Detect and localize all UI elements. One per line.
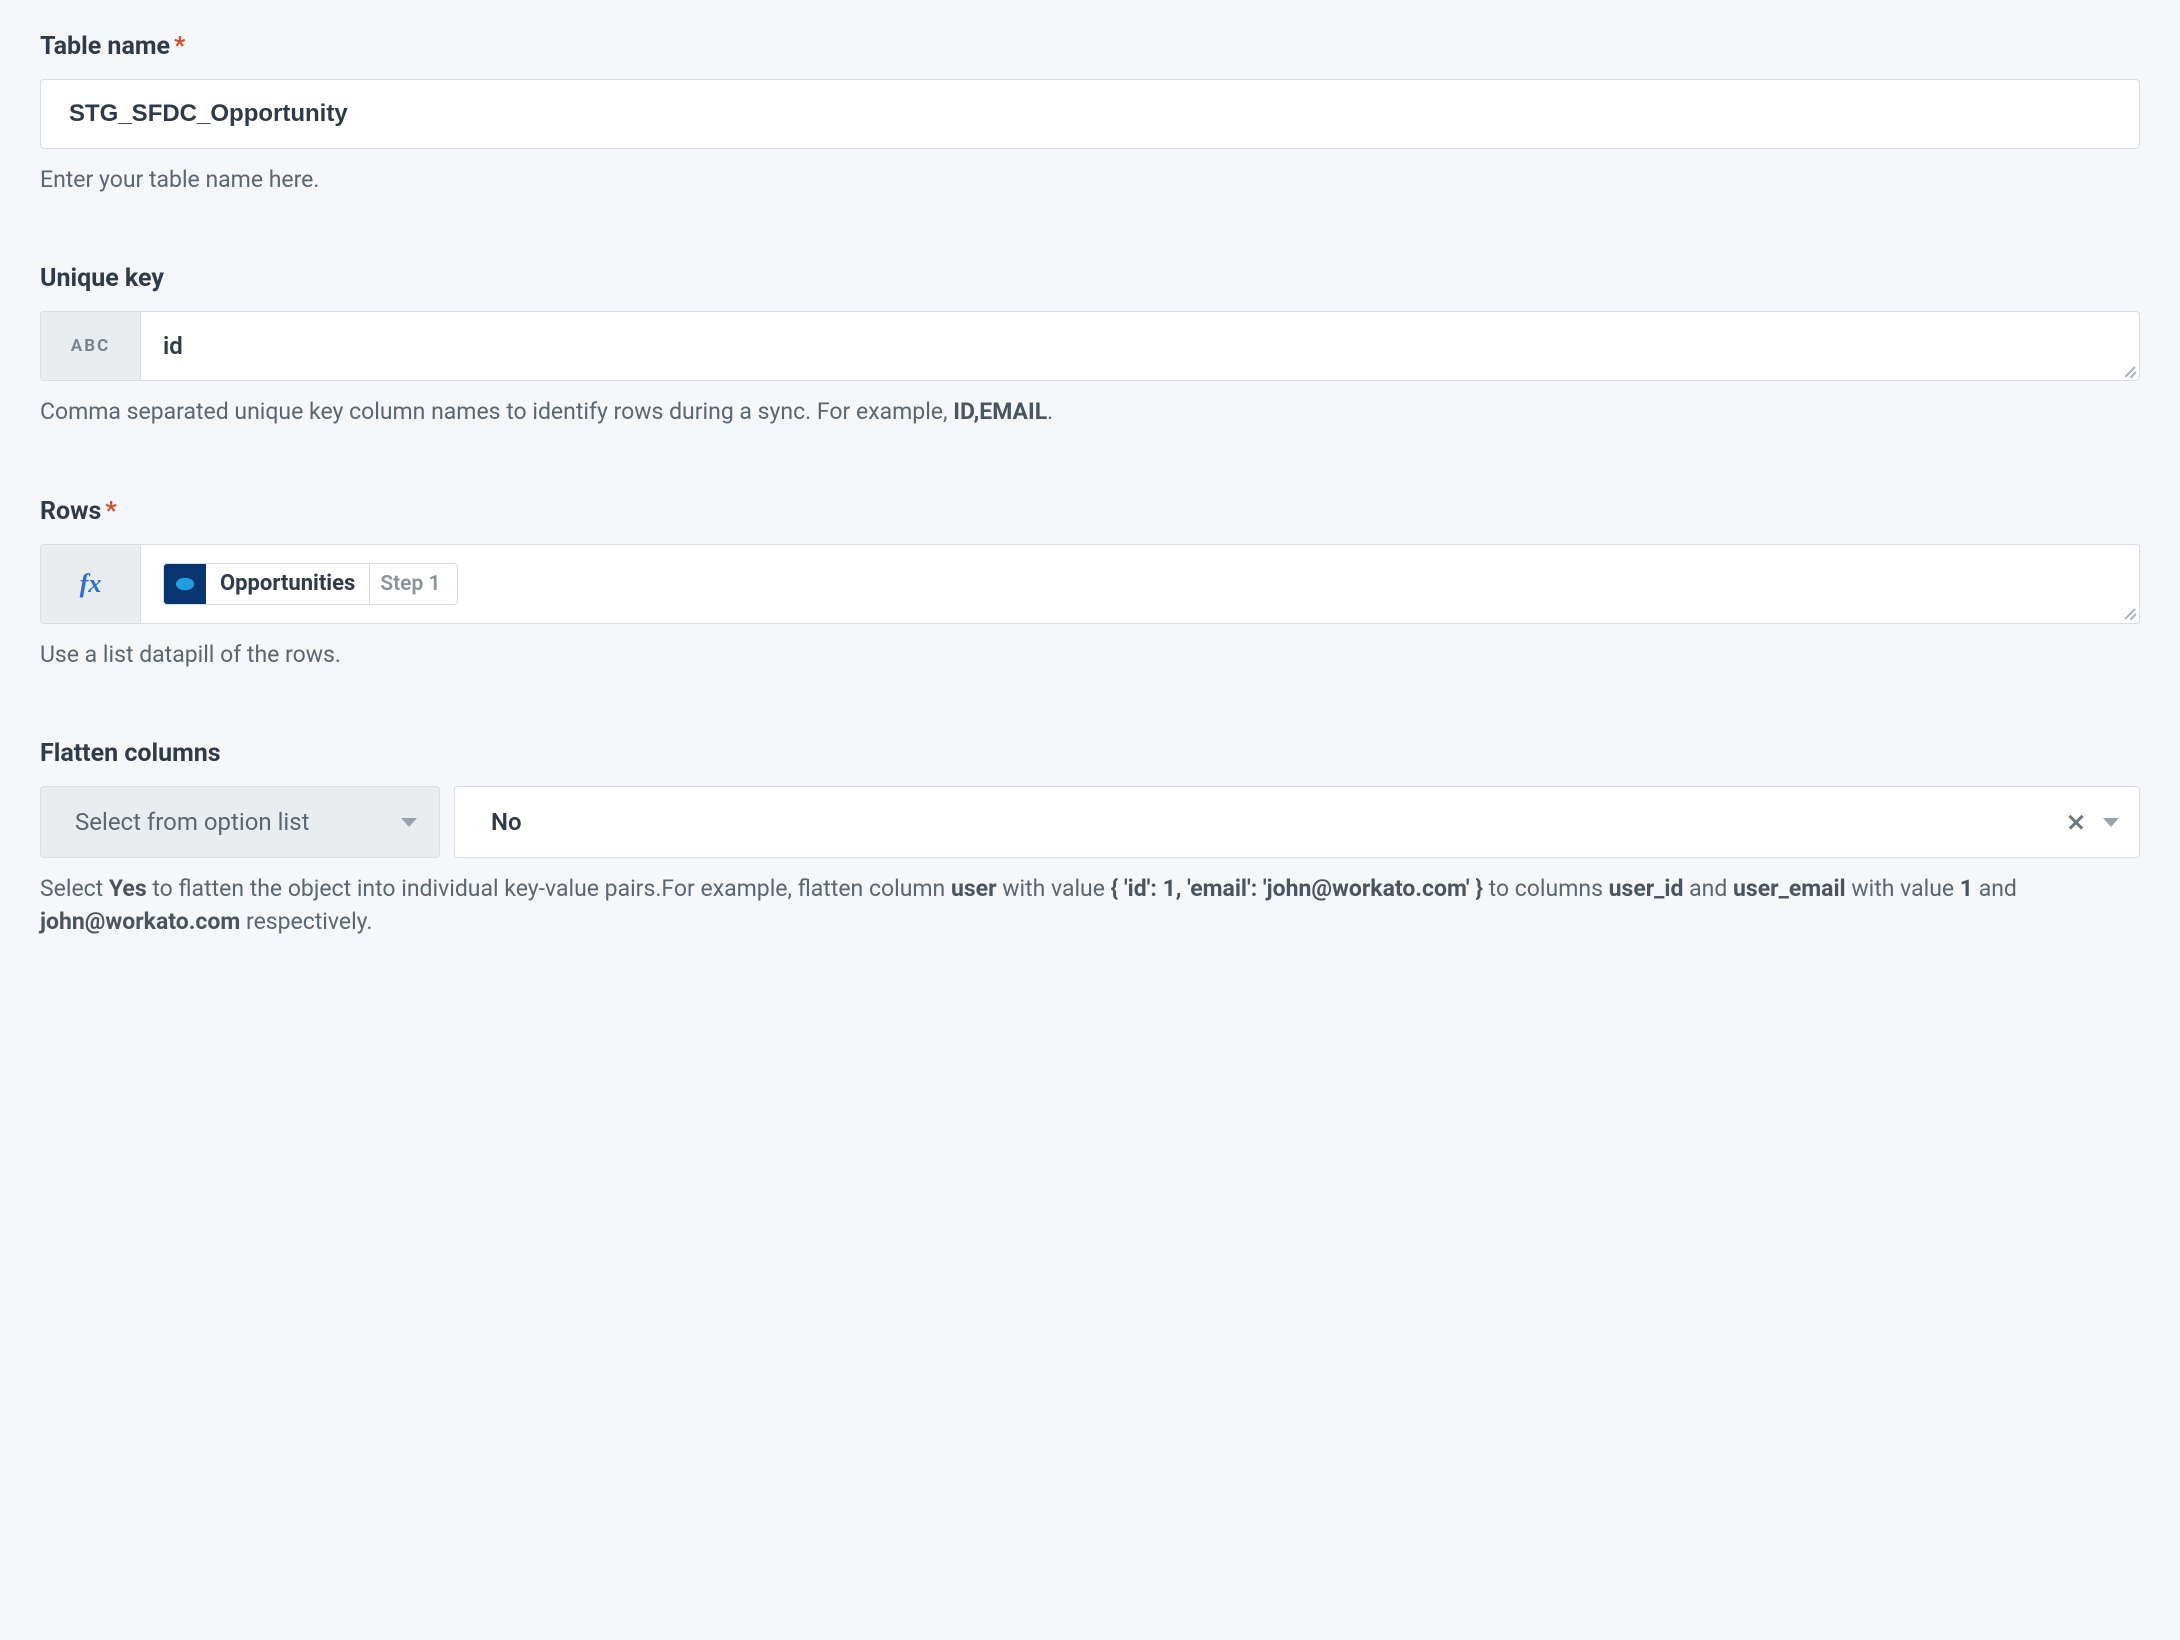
help-text-part: with value (1846, 875, 1960, 902)
help-text-part: with value (997, 875, 1111, 902)
required-asterisk: * (105, 497, 116, 526)
unique-key-input-wrap: ABC id (40, 311, 2140, 381)
clear-icon[interactable] (2067, 813, 2085, 831)
resize-handle-icon[interactable] (2122, 363, 2136, 377)
flatten-columns-label: Flatten columns (40, 739, 2140, 768)
help-text-bold: Yes (109, 875, 147, 902)
help-text-bold: user (951, 875, 997, 902)
help-text-part: to flatten the object into individual ke… (147, 875, 951, 902)
resize-handle-icon[interactable] (2122, 606, 2136, 620)
field-unique-key: Unique key ABC id Comma separated unique… (40, 264, 2140, 428)
unique-key-input[interactable]: id (141, 312, 2139, 380)
rows-input[interactable]: Opportunities Step 1 (141, 545, 2139, 623)
label-text: Rows (40, 497, 101, 526)
field-table-name: Table name* Enter your table name here. (40, 32, 2140, 196)
unique-key-label: Unique key (40, 264, 2140, 293)
field-rows: Rows* fx Opportunities Step 1 Use a list… (40, 497, 2140, 671)
label-text: Table name (40, 32, 170, 61)
unique-key-help: Comma separated unique key column names … (40, 395, 2140, 428)
datapill-step: Step 1 (369, 564, 456, 604)
rows-datapill[interactable]: Opportunities Step 1 (163, 563, 458, 605)
table-name-label: Table name* (40, 32, 2140, 61)
rows-help: Use a list datapill of the rows. (40, 638, 2140, 671)
rows-prefix: fx (41, 545, 141, 623)
flatten-columns-value: No (491, 808, 2067, 836)
datapill-label: Opportunities (206, 571, 369, 596)
unique-key-prefix: ABC (41, 312, 141, 380)
help-text-part: to columns (1483, 875, 1609, 902)
help-text-part: Comma separated unique key column names … (40, 398, 953, 425)
table-name-input[interactable] (40, 79, 2140, 149)
help-text-part: Select (40, 875, 109, 902)
help-text-bold: { 'id': 1, 'email': 'john@workato.com' } (1111, 875, 1483, 902)
flatten-columns-help: Select Yes to flatten the object into in… (40, 872, 2140, 939)
unique-key-value: id (163, 332, 183, 360)
help-text-bold: john@workato.com (40, 908, 240, 935)
rows-label: Rows* (40, 497, 2140, 526)
help-text-bold: user_id (1609, 875, 1684, 902)
rows-input-wrap: fx Opportunities Step 1 (40, 544, 2140, 624)
select-left-label: Select from option list (75, 808, 310, 836)
flatten-columns-row: Select from option list No (40, 786, 2140, 858)
chevron-down-icon (401, 818, 417, 827)
select-from-option-list-button[interactable]: Select from option list (40, 786, 440, 858)
field-flatten-columns: Flatten columns Select from option list … (40, 739, 2140, 939)
salesforce-icon (164, 564, 206, 604)
required-asterisk: * (174, 32, 185, 61)
abc-icon: ABC (71, 336, 110, 356)
flatten-columns-select[interactable]: No (454, 786, 2140, 858)
select-icons (2067, 813, 2119, 831)
fx-icon: fx (80, 569, 102, 599)
help-text-part: . (1047, 398, 1053, 425)
help-text-part: and (1683, 875, 1733, 902)
help-text-bold: user_email (1733, 875, 1846, 902)
help-text-bold: ID,EMAIL (953, 398, 1047, 425)
chevron-down-icon[interactable] (2103, 818, 2119, 827)
help-text-part: and (1973, 875, 2017, 902)
help-text-bold: 1 (1960, 875, 1973, 902)
help-text-part: respectively. (240, 908, 372, 935)
table-name-help: Enter your table name here. (40, 163, 2140, 196)
